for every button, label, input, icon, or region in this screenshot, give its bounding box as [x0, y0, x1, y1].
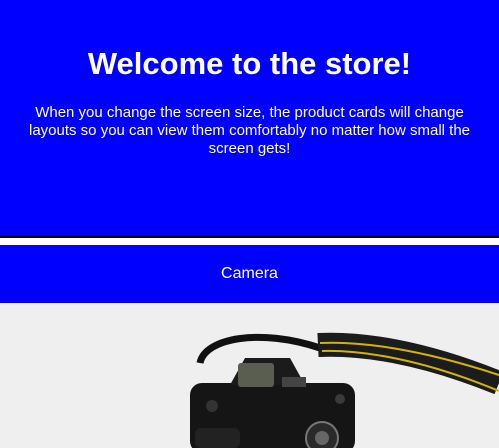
camera-icon — [0, 303, 499, 448]
product-card-title: Camera — [0, 245, 499, 303]
welcome-description: When you change the screen size, the pro… — [28, 104, 471, 157]
welcome-banner: Welcome to the store! When you change th… — [0, 0, 499, 236]
section-divider — [0, 236, 499, 238]
product-image — [0, 303, 499, 448]
page-title: Welcome to the store! — [87, 46, 412, 81]
